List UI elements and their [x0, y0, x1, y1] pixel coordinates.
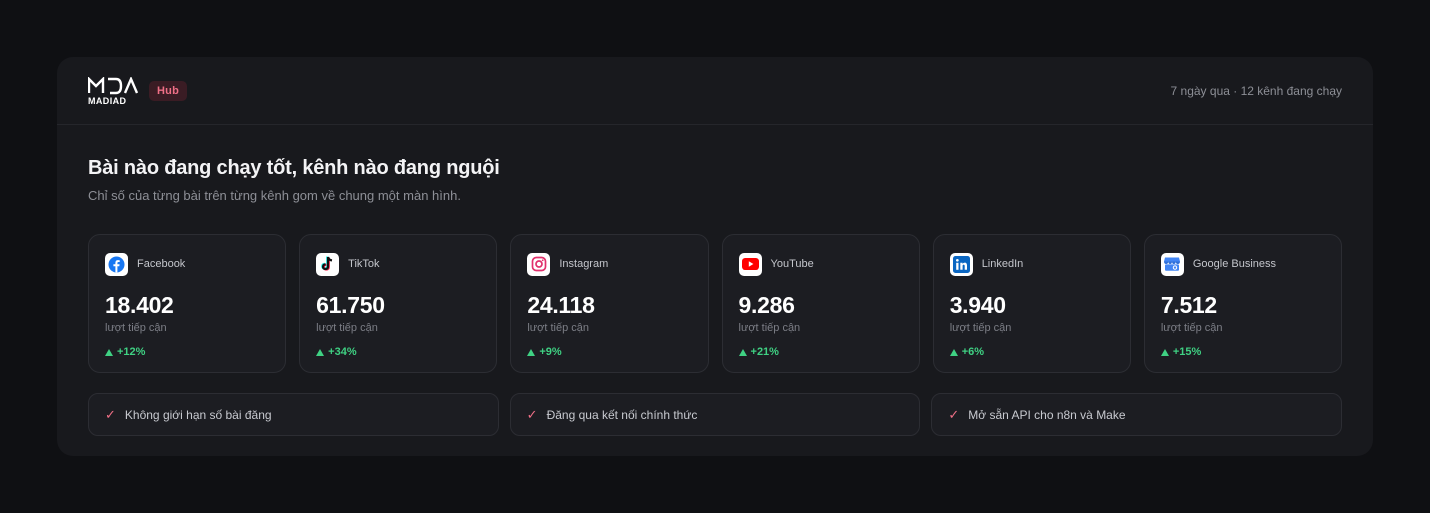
trend-up-icon: [949, 348, 958, 356]
channel-header: Facebook: [105, 252, 269, 276]
trend-up-icon: [1160, 348, 1169, 356]
channel-delta: +12%: [105, 346, 269, 358]
channel-header: LinkedIn: [949, 252, 1114, 276]
channel-reach-value: 18.402: [105, 292, 174, 318]
feature-text: Đăng qua kết nối chính thức: [546, 407, 698, 422]
trend-up-icon: [527, 348, 536, 356]
channel-card-facebook[interactable]: Facebook 18.402 lượt tiếp cận +12%: [88, 234, 287, 373]
trend-up-icon: [316, 348, 325, 356]
channel-name: TikTok: [348, 258, 380, 270]
linkedin-icon: [949, 252, 973, 276]
channel-name: LinkedIn: [981, 258, 1024, 270]
channel-reach-value: 61.750: [316, 292, 385, 318]
channel-reach-label: lượt tiếp cận: [949, 322, 1012, 334]
channel-reach-label: lượt tiếp cận: [105, 322, 167, 334]
period-summary: 7 ngày qua · 12 kênh đang chạy: [1170, 83, 1342, 98]
channel-delta: +21%: [738, 346, 903, 358]
feature-text: Mở sẵn API cho n8n và Make: [968, 407, 1126, 422]
channel-grid: Facebook 18.402 lượt tiếp cận +12% TikTo…: [88, 234, 1343, 373]
page-title: Bài nào đang chạy tốt, kênh nào đang ngu…: [88, 157, 500, 179]
channel-name: YouTube: [770, 258, 814, 270]
check-icon: ✓: [105, 407, 116, 422]
svg-text:MADIAD: MADIAD: [88, 96, 126, 105]
channel-reach-value: 7.512: [1160, 292, 1217, 318]
channel-header: TikTok: [316, 252, 480, 276]
channel-reach-label: lượt tiếp cận: [1160, 322, 1223, 334]
channel-reach-label: lượt tiếp cận: [527, 322, 590, 334]
channel-header: Instagram: [527, 252, 691, 276]
channel-delta-value: +12%: [117, 346, 146, 358]
check-icon: ✓: [948, 407, 960, 422]
brand: MADIAD Hub: [88, 76, 187, 105]
channel-delta: +34%: [316, 346, 480, 358]
channel-reach-label: lượt tiếp cận: [316, 322, 378, 334]
madiad-logo: MADIAD: [88, 76, 139, 105]
channel-reach-value: 24.118: [527, 292, 595, 318]
channel-name: Facebook: [137, 258, 186, 270]
main-content: Bài nào đang chạy tốt, kênh nào đang ngu…: [57, 125, 1373, 436]
tiktok-icon: [316, 252, 340, 276]
channel-reach-label: lượt tiếp cận: [738, 322, 801, 334]
channel-card-google-business[interactable]: Google Business 7.512 lượt tiếp cận +15%: [1143, 234, 1343, 373]
dashboard-card: MADIAD Hub 7 ngày qua · 12 kênh đang chạ…: [57, 57, 1373, 456]
channel-header: Google Business: [1160, 252, 1325, 276]
channel-delta-value: +15%: [1172, 346, 1202, 358]
channel-delta-value: +34%: [328, 346, 357, 358]
channel-card-tiktok[interactable]: TikTok 61.750 lượt tiếp cận +34%: [299, 234, 498, 373]
feature-list: ✓ Không giới hạn số bài đăng ✓ Đăng qua …: [88, 393, 1343, 436]
channel-delta-value: +6%: [961, 346, 985, 358]
check-icon: ✓: [526, 407, 538, 422]
facebook-icon: [105, 252, 128, 276]
hub-badge: Hub: [149, 80, 187, 101]
feature-text: Không giới hạn số bài đăng: [124, 407, 272, 422]
channel-reach-value: 9.286: [738, 292, 795, 318]
page-subtitle: Chỉ số của từng bài trên từng kênh gom v…: [88, 188, 461, 203]
channel-delta: +6%: [949, 346, 1114, 358]
feature-item-official-connection: ✓ Đăng qua kết nối chính thức: [509, 393, 921, 436]
channel-card-instagram[interactable]: Instagram 24.118 lượt tiếp cận +9%: [510, 234, 709, 373]
instagram-icon: [527, 252, 551, 276]
channel-name: Google Business: [1192, 258, 1277, 270]
channel-delta: +9%: [527, 346, 691, 358]
youtube-icon: [738, 252, 762, 276]
channel-card-linkedin[interactable]: LinkedIn 3.940 lượt tiếp cận +6%: [932, 234, 1131, 373]
feature-item-unlimited-posts: ✓ Không giới hạn số bài đăng: [88, 393, 499, 436]
channel-card-youtube[interactable]: YouTube 9.286 lượt tiếp cận +21%: [721, 234, 920, 373]
feature-item-api: ✓ Mở sẵn API cho n8n và Make: [931, 393, 1343, 436]
google-business-icon: [1160, 252, 1184, 276]
channel-header: YouTube: [738, 252, 903, 276]
trend-up-icon: [738, 348, 747, 356]
channel-delta: +15%: [1160, 346, 1325, 358]
channel-reach-value: 3.940: [949, 292, 1006, 318]
channel-name: Instagram: [559, 258, 609, 270]
trend-up-icon: [105, 348, 113, 356]
channel-delta-value: +9%: [539, 346, 562, 358]
channel-delta-value: +21%: [750, 346, 779, 358]
header: MADIAD Hub 7 ngày qua · 12 kênh đang chạ…: [57, 57, 1373, 125]
